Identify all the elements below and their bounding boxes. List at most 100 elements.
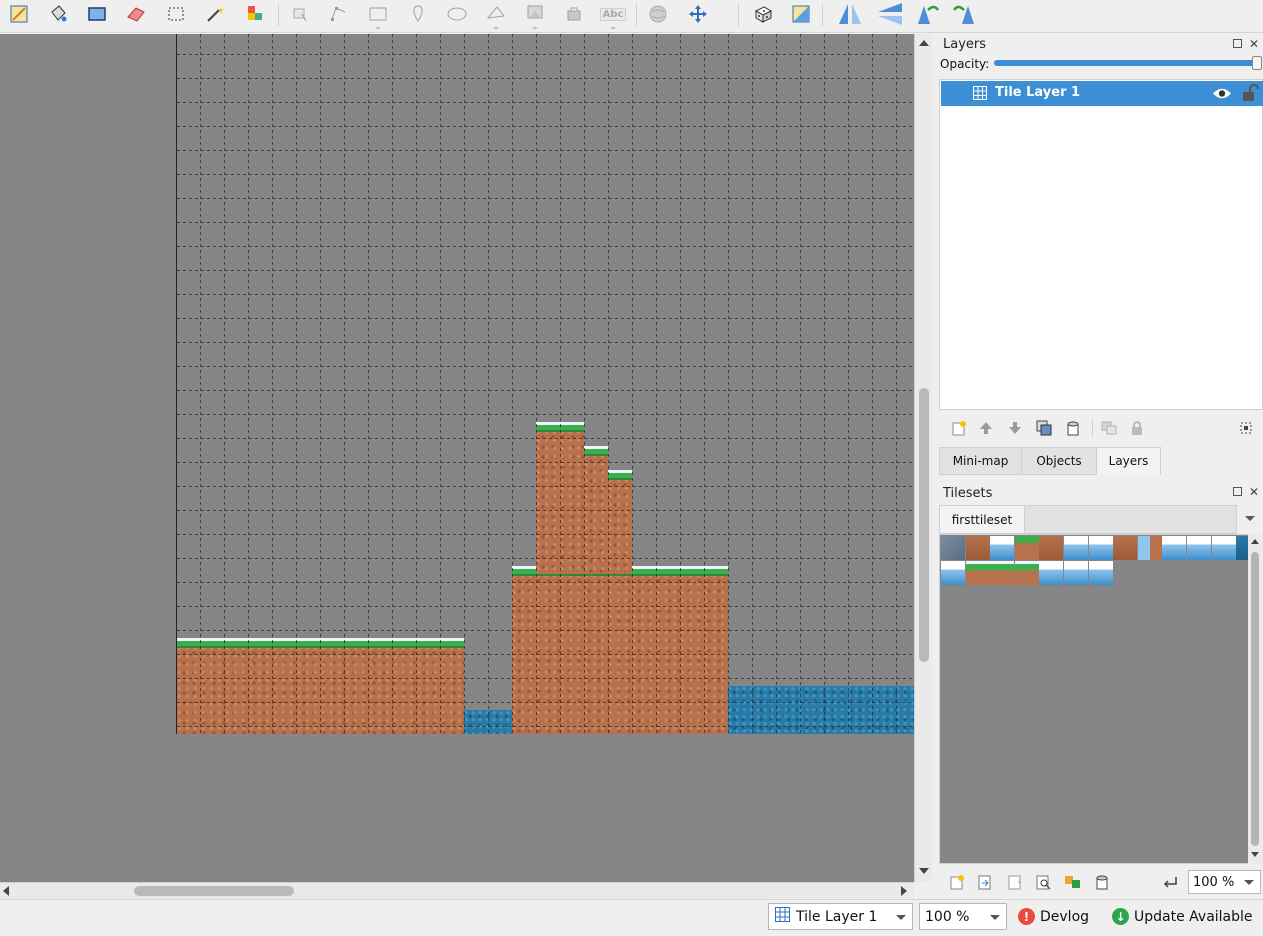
tileset-tile[interactable] (1088, 536, 1113, 560)
scroll-down-icon[interactable] (919, 868, 929, 874)
insert-text-icon[interactable]: Abc (599, 2, 627, 30)
scroll-up-icon[interactable] (919, 40, 929, 46)
tileset-tabbar: firsttileset (939, 505, 1237, 534)
world-tool-icon[interactable] (645, 2, 671, 26)
current-layer-select[interactable]: Tile Layer 1 (768, 903, 913, 930)
flip-horizontal-icon[interactable] (837, 2, 863, 26)
shape-fill-icon[interactable] (84, 2, 110, 26)
tileset-tile[interactable] (1113, 536, 1138, 560)
tileset-view[interactable] (939, 534, 1261, 864)
scroll-left-icon[interactable] (3, 886, 9, 896)
tileset-tile[interactable] (990, 561, 1015, 585)
opacity-slider-handle[interactable] (1252, 56, 1262, 70)
ground-tiles (512, 574, 728, 734)
tileset-tile[interactable] (1014, 536, 1039, 560)
bucket-fill-icon[interactable] (45, 2, 71, 26)
tileset-tile[interactable] (990, 536, 1015, 560)
grass-edge-tiles (536, 422, 584, 434)
scroll-up-icon[interactable] (1251, 539, 1259, 544)
tileset-tile[interactable] (1064, 536, 1088, 560)
tileset-tile[interactable] (965, 536, 990, 560)
merge-layer-icon[interactable] (1100, 419, 1118, 437)
devlog-label: Devlog (1040, 908, 1090, 925)
zoom-select[interactable]: 100 % (919, 903, 1007, 930)
tileset-tile[interactable] (965, 561, 990, 585)
wang-fill-icon[interactable] (788, 2, 814, 26)
remove-layer-icon[interactable] (1064, 419, 1082, 437)
layers-list[interactable]: Tile Layer 1 (939, 79, 1263, 410)
tileset-tile[interactable] (1088, 561, 1113, 585)
lower-layer-icon[interactable] (1006, 419, 1024, 437)
tab-objects[interactable]: Objects (1021, 447, 1097, 475)
select-same-tile-icon[interactable] (242, 2, 268, 26)
tileset-tile[interactable] (1187, 536, 1211, 560)
rotate-right-icon[interactable] (952, 2, 978, 26)
update-available-link[interactable]: ↓ Update Available (1112, 908, 1253, 925)
eye-icon[interactable] (1212, 87, 1232, 103)
tile-map[interactable] (176, 34, 914, 734)
map-horizontal-scrollbar[interactable] (0, 882, 914, 899)
opacity-slider[interactable] (994, 56, 1262, 70)
dynamic-wrapping-icon[interactable] (1161, 873, 1179, 891)
close-panel-icon[interactable]: ✕ (1249, 486, 1259, 498)
map-vertical-scrollbar[interactable] (914, 34, 932, 882)
lock-layer-icon[interactable] (1128, 419, 1146, 437)
random-mode-icon[interactable] (750, 2, 776, 26)
tileset-tile[interactable] (1162, 536, 1187, 560)
raise-layer-icon[interactable] (977, 419, 995, 437)
highlight-layer-icon[interactable] (1237, 419, 1255, 437)
embed-tileset-icon[interactable] (976, 873, 994, 891)
new-map-icon[interactable] (6, 2, 32, 26)
rect-select-icon[interactable] (163, 2, 189, 26)
tileset-tile[interactable] (1064, 561, 1088, 585)
export-tileset-icon[interactable] (1006, 873, 1024, 891)
tab-layers[interactable]: Layers (1096, 447, 1161, 475)
select-objects-icon[interactable] (287, 2, 313, 26)
duplicate-layer-icon[interactable] (1035, 419, 1053, 437)
replace-tileset-icon[interactable] (1064, 873, 1082, 891)
new-tileset-icon[interactable] (948, 873, 966, 891)
map-canvas[interactable] (0, 34, 914, 882)
grass-edge-tiles (584, 446, 608, 458)
float-panel-icon[interactable] (1233, 39, 1242, 48)
magic-wand-icon[interactable] (202, 2, 228, 26)
insert-ellipse-icon[interactable] (444, 2, 470, 26)
float-panel-icon[interactable] (1233, 487, 1242, 496)
scroll-down-icon[interactable] (1251, 852, 1259, 857)
main-toolbar: Abc (0, 0, 1263, 33)
tileset-tile[interactable] (1014, 561, 1039, 585)
scroll-right-icon[interactable] (901, 886, 907, 896)
tab-mini-map[interactable]: Mini-map (939, 447, 1022, 475)
tileset-tile[interactable] (1137, 536, 1162, 560)
tileset-tile[interactable] (1211, 536, 1236, 560)
tileset-menu-chevron-down-icon[interactable] (1245, 516, 1255, 521)
move-icon[interactable] (685, 2, 711, 26)
rotate-left-icon[interactable] (914, 2, 940, 26)
close-panel-icon[interactable]: ✕ (1249, 38, 1259, 50)
insert-tile-icon[interactable] (522, 2, 548, 30)
insert-rectangle-icon[interactable] (365, 2, 391, 30)
tileset-vertical-scrollbar[interactable] (1248, 534, 1263, 864)
layer-row-tile-layer-1[interactable]: Tile Layer 1 (941, 81, 1263, 106)
flip-vertical-icon[interactable] (876, 2, 902, 26)
insert-template-icon[interactable] (561, 2, 587, 26)
tileset-tile[interactable] (941, 561, 965, 585)
horizontal-scroll-thumb[interactable] (134, 886, 294, 896)
tileset-tile[interactable] (941, 536, 965, 560)
edit-tileset-icon[interactable] (1034, 873, 1052, 891)
eraser-icon[interactable] (123, 2, 149, 26)
remove-tileset-icon[interactable] (1093, 873, 1111, 891)
new-layer-icon[interactable] (950, 419, 968, 437)
tileset-tile[interactable] (1039, 536, 1064, 560)
tileset-scroll-thumb[interactable] (1251, 552, 1259, 846)
vertical-scroll-thumb[interactable] (919, 388, 929, 662)
insert-point-icon[interactable] (405, 2, 431, 26)
devlog-link[interactable]: ! Devlog (1018, 908, 1089, 925)
tileset-zoom-select[interactable]: 100 % (1188, 870, 1261, 894)
insert-polygon-icon[interactable] (483, 2, 509, 30)
tileset-tile[interactable] (1039, 561, 1064, 585)
lock-open-icon[interactable] (1241, 83, 1259, 105)
download-arrow-icon: ↓ (1112, 908, 1129, 925)
edit-polygons-icon[interactable] (326, 2, 352, 26)
tab-firsttileset[interactable]: firsttileset (940, 506, 1025, 533)
